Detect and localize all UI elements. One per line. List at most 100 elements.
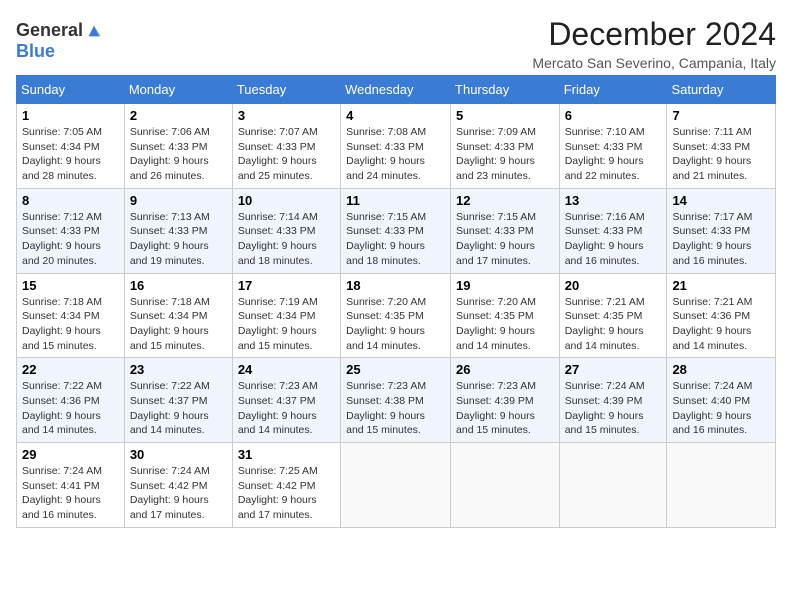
day-number: 16 (130, 278, 227, 293)
calendar-cell (559, 443, 667, 528)
day-info: Sunrise: 7:23 AMSunset: 4:38 PMDaylight:… (346, 379, 445, 438)
month-title: December 2024 (532, 16, 776, 53)
day-info: Sunrise: 7:18 AMSunset: 4:34 PMDaylight:… (130, 295, 227, 354)
day-number: 28 (672, 362, 770, 377)
day-info: Sunrise: 7:06 AMSunset: 4:33 PMDaylight:… (130, 125, 227, 184)
day-number: 21 (672, 278, 770, 293)
day-info: Sunrise: 7:24 AMSunset: 4:39 PMDaylight:… (565, 379, 662, 438)
day-number: 19 (456, 278, 554, 293)
day-number: 24 (238, 362, 335, 377)
calendar-cell: 8 Sunrise: 7:12 AMSunset: 4:33 PMDaylight… (17, 188, 125, 273)
day-number: 30 (130, 447, 227, 462)
day-info: Sunrise: 7:21 AMSunset: 4:36 PMDaylight:… (672, 295, 770, 354)
calendar-cell: 7 Sunrise: 7:11 AMSunset: 4:33 PMDaylight… (667, 104, 776, 189)
day-info: Sunrise: 7:20 AMSunset: 4:35 PMDaylight:… (456, 295, 554, 354)
calendar-cell: 17 Sunrise: 7:19 AMSunset: 4:34 PMDayligh… (232, 273, 340, 358)
day-number: 18 (346, 278, 445, 293)
calendar-week-row: 22Sunrise: 7:22 AMSunset: 4:36 PMDayligh… (17, 358, 776, 443)
day-info: Sunrise: 7:07 AMSunset: 4:33 PMDaylight:… (238, 125, 335, 184)
calendar-cell: 25 Sunrise: 7:23 AMSunset: 4:38 PMDayligh… (341, 358, 451, 443)
day-number: 1 (22, 108, 119, 123)
day-number: 12 (456, 193, 554, 208)
day-number: 7 (672, 108, 770, 123)
calendar-cell: 11Sunrise: 7:15 AMSunset: 4:33 PMDayligh… (341, 188, 451, 273)
calendar-week-row: 1 Sunrise: 7:05 AMSunset: 4:34 PMDaylight… (17, 104, 776, 189)
day-info: Sunrise: 7:19 AMSunset: 4:34 PMDaylight:… (238, 295, 335, 354)
calendar-week-row: 8 Sunrise: 7:12 AMSunset: 4:33 PMDaylight… (17, 188, 776, 273)
calendar-week-row: 29Sunrise: 7:24 AMSunset: 4:41 PMDayligh… (17, 443, 776, 528)
header-tuesday: Tuesday (232, 76, 340, 104)
calendar-header-row: SundayMondayTuesdayWednesdayThursdayFrid… (17, 76, 776, 104)
day-info: Sunrise: 7:13 AMSunset: 4:33 PMDaylight:… (130, 210, 227, 269)
day-info: Sunrise: 7:17 AMSunset: 4:33 PMDaylight:… (672, 210, 770, 269)
day-info: Sunrise: 7:05 AMSunset: 4:34 PMDaylight:… (22, 125, 119, 184)
page-header: General Blue December 2024 Mercato San S… (16, 16, 776, 71)
day-info: Sunrise: 7:15 AMSunset: 4:33 PMDaylight:… (346, 210, 445, 269)
day-info: Sunrise: 7:18 AMSunset: 4:34 PMDaylight:… (22, 295, 119, 354)
calendar-cell: 5 Sunrise: 7:09 AMSunset: 4:33 PMDaylight… (451, 104, 560, 189)
calendar-cell: 4Sunrise: 7:08 AMSunset: 4:33 PMDaylight… (341, 104, 451, 189)
day-info: Sunrise: 7:24 AMSunset: 4:40 PMDaylight:… (672, 379, 770, 438)
day-number: 17 (238, 278, 335, 293)
calendar-cell: 2 Sunrise: 7:06 AMSunset: 4:33 PMDaylight… (124, 104, 232, 189)
calendar-table: SundayMondayTuesdayWednesdayThursdayFrid… (16, 75, 776, 528)
calendar-cell (667, 443, 776, 528)
header-monday: Monday (124, 76, 232, 104)
day-number: 3 (238, 108, 335, 123)
day-number: 9 (130, 193, 227, 208)
day-info: Sunrise: 7:25 AMSunset: 4:42 PMDaylight:… (238, 464, 335, 523)
day-number: 5 (456, 108, 554, 123)
calendar-cell: 1 Sunrise: 7:05 AMSunset: 4:34 PMDaylight… (17, 104, 125, 189)
day-info: Sunrise: 7:24 AMSunset: 4:42 PMDaylight:… (130, 464, 227, 523)
day-info: Sunrise: 7:24 AMSunset: 4:41 PMDaylight:… (22, 464, 119, 523)
calendar-week-row: 15Sunrise: 7:18 AMSunset: 4:34 PMDayligh… (17, 273, 776, 358)
location-title: Mercato San Severino, Campania, Italy (532, 55, 776, 71)
day-info: Sunrise: 7:08 AMSunset: 4:33 PMDaylight:… (346, 125, 445, 184)
calendar-cell: 19 Sunrise: 7:20 AMSunset: 4:35 PMDayligh… (451, 273, 560, 358)
day-number: 8 (22, 193, 119, 208)
day-number: 23 (130, 362, 227, 377)
day-number: 14 (672, 193, 770, 208)
day-number: 13 (565, 193, 662, 208)
calendar-cell: 13Sunrise: 7:16 AMSunset: 4:33 PMDayligh… (559, 188, 667, 273)
day-info: Sunrise: 7:10 AMSunset: 4:33 PMDaylight:… (565, 125, 662, 184)
calendar-cell: 18 Sunrise: 7:20 AMSunset: 4:35 PMDayligh… (341, 273, 451, 358)
day-number: 25 (346, 362, 445, 377)
title-block: December 2024 Mercato San Severino, Camp… (532, 16, 776, 71)
day-number: 27 (565, 362, 662, 377)
logo-general: General (16, 20, 83, 41)
day-number: 2 (130, 108, 227, 123)
calendar-cell: 20 Sunrise: 7:21 AMSunset: 4:35 PMDayligh… (559, 273, 667, 358)
day-info: Sunrise: 7:20 AMSunset: 4:35 PMDaylight:… (346, 295, 445, 354)
header-wednesday: Wednesday (341, 76, 451, 104)
calendar-cell (341, 443, 451, 528)
calendar-cell: 27 Sunrise: 7:24 AMSunset: 4:39 PMDayligh… (559, 358, 667, 443)
day-info: Sunrise: 7:11 AMSunset: 4:33 PMDaylight:… (672, 125, 770, 184)
calendar-cell: 31 Sunrise: 7:25 AMSunset: 4:42 PMDayligh… (232, 443, 340, 528)
calendar-cell: 12Sunrise: 7:15 AMSunset: 4:33 PMDayligh… (451, 188, 560, 273)
day-info: Sunrise: 7:09 AMSunset: 4:33 PMDaylight:… (456, 125, 554, 184)
day-info: Sunrise: 7:22 AMSunset: 4:37 PMDaylight:… (130, 379, 227, 438)
calendar-cell: 6 Sunrise: 7:10 AMSunset: 4:33 PMDaylight… (559, 104, 667, 189)
day-number: 31 (238, 447, 335, 462)
day-info: Sunrise: 7:14 AMSunset: 4:33 PMDaylight:… (238, 210, 335, 269)
logo: General Blue (16, 20, 103, 62)
calendar-cell: 16 Sunrise: 7:18 AMSunset: 4:34 PMDayligh… (124, 273, 232, 358)
header-thursday: Thursday (451, 76, 560, 104)
day-info: Sunrise: 7:23 AMSunset: 4:39 PMDaylight:… (456, 379, 554, 438)
day-number: 20 (565, 278, 662, 293)
day-number: 6 (565, 108, 662, 123)
calendar-cell: 26 Sunrise: 7:23 AMSunset: 4:39 PMDayligh… (451, 358, 560, 443)
calendar-cell: 22Sunrise: 7:22 AMSunset: 4:36 PMDayligh… (17, 358, 125, 443)
calendar-cell: 3 Sunrise: 7:07 AMSunset: 4:33 PMDaylight… (232, 104, 340, 189)
header-sunday: Sunday (17, 76, 125, 104)
day-info: Sunrise: 7:12 AMSunset: 4:33 PMDaylight:… (22, 210, 119, 269)
calendar-cell: 24 Sunrise: 7:23 AMSunset: 4:37 PMDayligh… (232, 358, 340, 443)
day-info: Sunrise: 7:23 AMSunset: 4:37 PMDaylight:… (238, 379, 335, 438)
day-info: Sunrise: 7:21 AMSunset: 4:35 PMDaylight:… (565, 295, 662, 354)
calendar-cell: 23 Sunrise: 7:22 AMSunset: 4:37 PMDayligh… (124, 358, 232, 443)
day-number: 10 (238, 193, 335, 208)
logo-icon (85, 22, 103, 40)
header-friday: Friday (559, 76, 667, 104)
day-number: 26 (456, 362, 554, 377)
